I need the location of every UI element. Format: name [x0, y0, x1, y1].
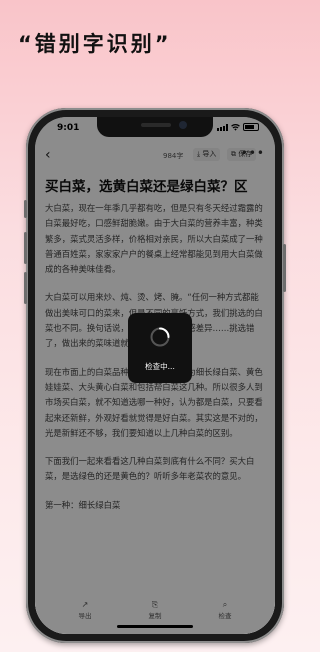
loading-hud: 检查中...	[128, 313, 192, 383]
volume-down-button	[24, 272, 27, 304]
volume-up-button	[24, 232, 27, 264]
notch	[97, 117, 213, 137]
power-button	[283, 244, 286, 292]
spinner-icon	[150, 327, 170, 347]
screen: 9:01 ‹ 984字 ⤓ 导入 ⧉ 保存 ••• 买白菜，选黄白菜还是绿白菜？…	[35, 117, 275, 634]
home-indicator	[117, 625, 193, 628]
mute-switch	[24, 200, 27, 218]
headline: “错别字识别”	[18, 32, 172, 56]
phone-frame: 9:01 ‹ 984字 ⤓ 导入 ⧉ 保存 ••• 买白菜，选黄白菜还是绿白菜？…	[24, 108, 286, 643]
loading-label: 检查中...	[145, 362, 175, 371]
